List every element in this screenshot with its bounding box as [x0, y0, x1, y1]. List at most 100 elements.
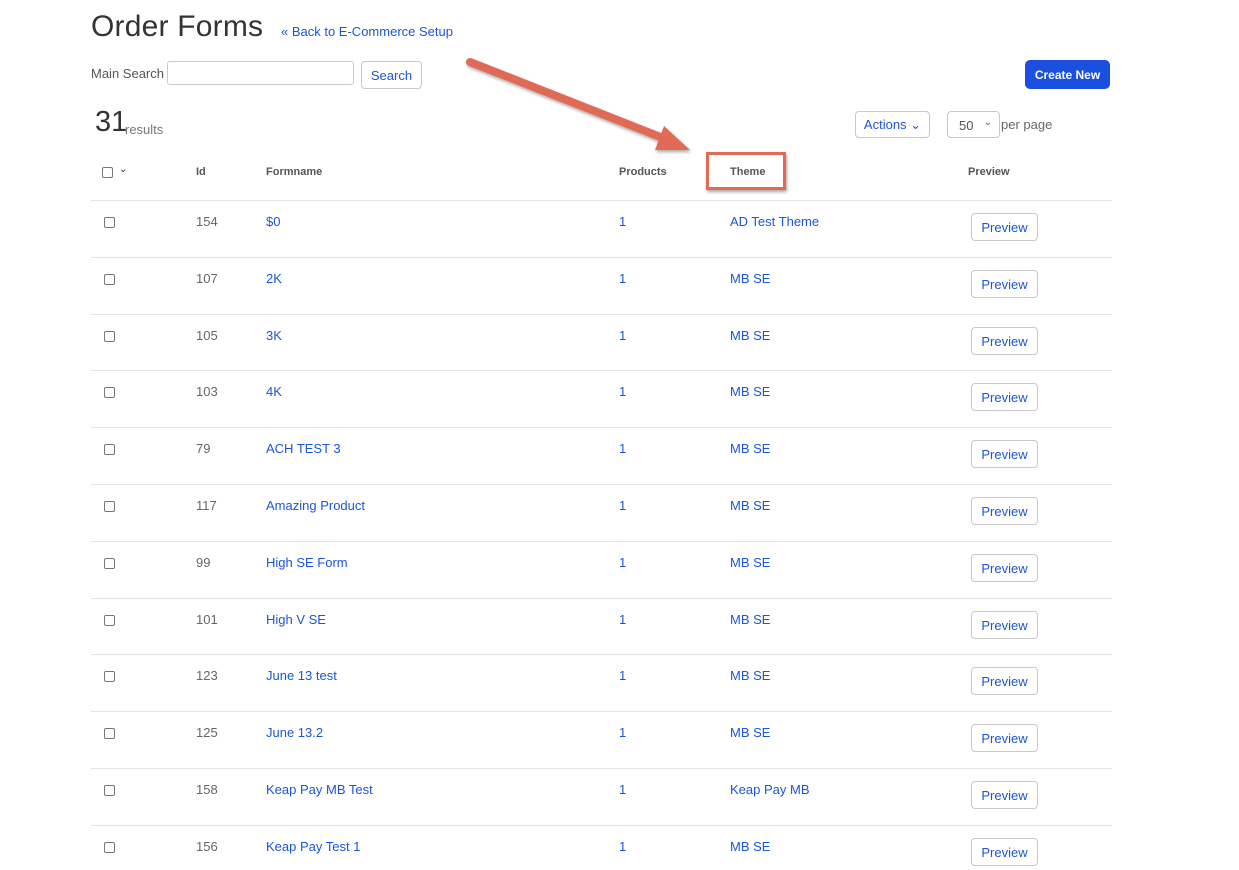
- chevron-down-icon: ⌄: [983, 117, 992, 128]
- row-formname-link[interactable]: 4K: [266, 384, 282, 399]
- row-checkbox[interactable]: [104, 615, 115, 626]
- row-checkbox[interactable]: [104, 501, 115, 512]
- row-formname-link[interactable]: High V SE: [266, 612, 326, 627]
- row-checkbox[interactable]: [104, 671, 115, 682]
- row-theme-link[interactable]: MB SE: [730, 725, 770, 740]
- row-theme-link[interactable]: Keap Pay MB: [730, 782, 810, 797]
- row-id: 154: [196, 214, 218, 229]
- create-new-button[interactable]: Create New: [1025, 60, 1110, 89]
- row-id: 156: [196, 839, 218, 854]
- row-preview-button[interactable]: Preview: [971, 838, 1038, 866]
- row-preview-button[interactable]: Preview: [971, 440, 1038, 468]
- row-divider: [91, 314, 1112, 315]
- per-page-value: 50: [959, 118, 974, 133]
- row-formname-link[interactable]: 3K: [266, 328, 282, 343]
- row-divider: [91, 427, 1112, 428]
- theme-highlight-box: [706, 152, 786, 190]
- row-formname-link[interactable]: June 13.2: [266, 725, 323, 740]
- row-checkbox[interactable]: [104, 558, 115, 569]
- per-page-select[interactable]: 50 ⌄: [947, 111, 1000, 138]
- row-formname-link[interactable]: Amazing Product: [266, 498, 365, 513]
- row-theme-link[interactable]: MB SE: [730, 839, 770, 854]
- row-products-link[interactable]: 1: [619, 271, 626, 286]
- row-theme-link[interactable]: MB SE: [730, 498, 770, 513]
- row-divider: [91, 654, 1112, 655]
- search-label: Main Search: [91, 66, 164, 81]
- row-divider: [91, 484, 1112, 485]
- row-products-link[interactable]: 1: [619, 725, 626, 740]
- row-preview-button[interactable]: Preview: [971, 213, 1038, 241]
- row-preview-button[interactable]: Preview: [971, 554, 1038, 582]
- row-checkbox[interactable]: [104, 444, 115, 455]
- row-id: 158: [196, 782, 218, 797]
- row-products-link[interactable]: 1: [619, 328, 626, 343]
- row-formname-link[interactable]: 2K: [266, 271, 282, 286]
- select-all-checkbox[interactable]: [102, 167, 113, 178]
- row-theme-link[interactable]: MB SE: [730, 328, 770, 343]
- row-preview-button[interactable]: Preview: [971, 724, 1038, 752]
- results-label: results: [125, 122, 164, 137]
- row-formname-link[interactable]: Keap Pay Test 1: [266, 839, 360, 854]
- row-id: 99: [196, 555, 211, 570]
- row-theme-link[interactable]: MB SE: [730, 271, 770, 286]
- row-products-link[interactable]: 1: [619, 668, 626, 683]
- column-header-products[interactable]: Products: [619, 166, 667, 178]
- row-theme-link[interactable]: MB SE: [730, 612, 770, 627]
- row-theme-link[interactable]: AD Test Theme: [730, 214, 819, 229]
- row-id: 125: [196, 725, 218, 740]
- row-preview-button[interactable]: Preview: [971, 270, 1038, 298]
- row-theme-link[interactable]: MB SE: [730, 384, 770, 399]
- row-preview-button[interactable]: Preview: [971, 781, 1038, 809]
- row-divider: [91, 598, 1112, 599]
- row-formname-link[interactable]: High SE Form: [266, 555, 348, 570]
- row-products-link[interactable]: 1: [619, 441, 626, 456]
- row-theme-link[interactable]: MB SE: [730, 441, 770, 456]
- column-header-id[interactable]: Id: [196, 166, 206, 178]
- row-products-link[interactable]: 1: [619, 612, 626, 627]
- row-id: 123: [196, 668, 218, 683]
- row-products-link[interactable]: 1: [619, 555, 626, 570]
- row-divider: [91, 768, 1112, 769]
- row-divider: [91, 257, 1112, 258]
- row-formname-link[interactable]: $0: [266, 214, 280, 229]
- row-theme-link[interactable]: MB SE: [730, 668, 770, 683]
- per-page-label: per page: [1001, 117, 1053, 132]
- row-checkbox[interactable]: [104, 785, 115, 796]
- row-checkbox[interactable]: [104, 728, 115, 739]
- row-preview-button[interactable]: Preview: [971, 327, 1038, 355]
- row-divider: [91, 200, 1112, 201]
- row-checkbox[interactable]: [104, 331, 115, 342]
- search-button[interactable]: Search: [361, 61, 422, 89]
- row-formname-link[interactable]: June 13 test: [266, 668, 337, 683]
- row-formname-link[interactable]: Keap Pay MB Test: [266, 782, 373, 797]
- row-preview-button[interactable]: Preview: [971, 611, 1038, 639]
- row-id: 79: [196, 441, 211, 456]
- row-theme-link[interactable]: MB SE: [730, 555, 770, 570]
- row-checkbox[interactable]: [104, 387, 115, 398]
- search-input[interactable]: [167, 61, 354, 85]
- page-title: Order Forms: [91, 10, 264, 43]
- row-checkbox[interactable]: [104, 842, 115, 853]
- row-id: 105: [196, 328, 218, 343]
- row-formname-link[interactable]: ACH TEST 3: [266, 441, 341, 456]
- row-divider: [91, 370, 1112, 371]
- row-preview-button[interactable]: Preview: [971, 383, 1038, 411]
- row-products-link[interactable]: 1: [619, 384, 626, 399]
- row-divider: [91, 541, 1112, 542]
- actions-dropdown[interactable]: Actions ⌄: [855, 111, 930, 138]
- row-preview-button[interactable]: Preview: [971, 497, 1038, 525]
- row-products-link[interactable]: 1: [619, 214, 626, 229]
- row-products-link[interactable]: 1: [619, 839, 626, 854]
- column-header-formname[interactable]: Formname: [266, 166, 322, 178]
- row-products-link[interactable]: 1: [619, 782, 626, 797]
- results-count: 31: [95, 106, 128, 138]
- row-checkbox[interactable]: [104, 217, 115, 228]
- row-id: 117: [196, 498, 217, 513]
- chevron-down-icon[interactable]: ⌄: [119, 164, 127, 175]
- back-to-ecommerce-link[interactable]: « Back to E-Commerce Setup: [281, 24, 453, 39]
- row-divider: [91, 825, 1112, 826]
- row-checkbox[interactable]: [104, 274, 115, 285]
- row-preview-button[interactable]: Preview: [971, 667, 1038, 695]
- row-products-link[interactable]: 1: [619, 498, 626, 513]
- row-id: 107: [196, 271, 218, 286]
